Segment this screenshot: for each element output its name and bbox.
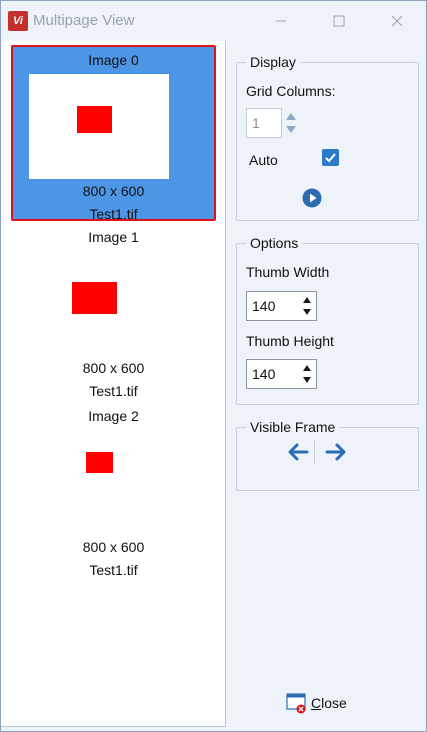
maximize-icon <box>333 15 345 27</box>
spin-arrows-icon <box>286 113 296 133</box>
title-bar: Vi Multipage View <box>1 1 426 41</box>
image-red-rectangle <box>72 282 117 314</box>
spin-arrows-icon <box>303 297 311 315</box>
grid-columns-value: 1 <box>252 115 260 131</box>
thumbnail-filename: Test1.tif <box>89 562 138 578</box>
options-group-title: Options <box>246 235 303 251</box>
app-icon: Vi <box>8 11 28 31</box>
thumbnail-title: Image 1 <box>88 229 139 245</box>
image-red-rectangle <box>77 106 112 133</box>
thumb-width-label: Thumb Width <box>246 264 330 280</box>
auto-label: Auto <box>249 152 278 168</box>
thumbnail-size: 800 x 600 <box>82 183 145 199</box>
close-button[interactable]: Close <box>286 691 347 715</box>
thumb-height-stepper[interactable]: 140 <box>246 359 317 389</box>
frame-nav-divider <box>314 440 315 464</box>
thumbnail-item-1[interactable]: Image 1 800 x 600 Test1.tif <box>11 224 216 400</box>
grid-columns-label: Grid Columns: <box>246 83 336 99</box>
checkmark-icon <box>325 153 336 163</box>
minimize-icon <box>276 20 286 22</box>
display-group-title: Display <box>246 54 300 70</box>
arrow-left-icon <box>288 443 309 461</box>
play-button[interactable] <box>302 188 322 208</box>
grid-columns-stepper[interactable] <box>285 110 297 136</box>
grid-columns-input[interactable]: 1 <box>246 108 282 138</box>
thumbnail-item-2[interactable]: Image 2 800 x 600 Test1.tif <box>11 403 216 579</box>
thumbnail-image <box>29 74 169 179</box>
previous-frame-button[interactable] <box>287 442 309 462</box>
arrow-right-icon <box>325 443 346 461</box>
auto-checkbox[interactable] <box>322 149 339 166</box>
thumbnail-filename: Test1.tif <box>89 206 138 222</box>
thumbnail-item-0[interactable]: Image 0 800 x 600 Test1.tif <box>11 45 216 222</box>
thumbnail-size: 800 x 600 <box>82 360 145 376</box>
thumbnail-list[interactable]: Image 0 800 x 600 Test1.tif Image 1 800 … <box>1 41 226 727</box>
thumbnail-filename: Test1.tif <box>89 383 138 399</box>
visible-frame-group: Visible Frame <box>236 419 419 491</box>
next-frame-button[interactable] <box>325 442 347 462</box>
play-icon <box>302 188 322 208</box>
close-window-button[interactable] <box>374 1 420 41</box>
multipage-view-window: Vi Multipage View Image 0 800 x 600 Test… <box>0 0 427 732</box>
close-button-label: Close <box>311 695 347 711</box>
options-group: Options Thumb Width 140 Thumb Height 140 <box>236 235 419 405</box>
close-window-icon <box>286 693 306 714</box>
image-red-rectangle <box>86 452 113 473</box>
window-title: Multipage View <box>33 12 135 29</box>
minimize-button[interactable] <box>258 1 304 41</box>
spin-arrows-icon <box>303 365 311 383</box>
thumb-width-stepper[interactable]: 140 <box>246 291 317 321</box>
thumbnail-size: 800 x 600 <box>82 539 145 555</box>
display-group: Display Grid Columns: 1 Auto <box>236 54 419 221</box>
thumb-width-value: 140 <box>252 298 276 314</box>
close-icon <box>391 15 403 27</box>
visible-frame-group-title: Visible Frame <box>246 419 340 435</box>
thumbnail-title: Image 0 <box>88 52 139 68</box>
thumbnail-image <box>27 430 167 535</box>
maximize-button[interactable] <box>316 1 362 41</box>
thumbnail-image <box>27 251 167 356</box>
thumb-height-label: Thumb Height <box>246 333 334 349</box>
thumbnail-title: Image 2 <box>88 408 139 424</box>
thumb-height-value: 140 <box>252 366 276 382</box>
